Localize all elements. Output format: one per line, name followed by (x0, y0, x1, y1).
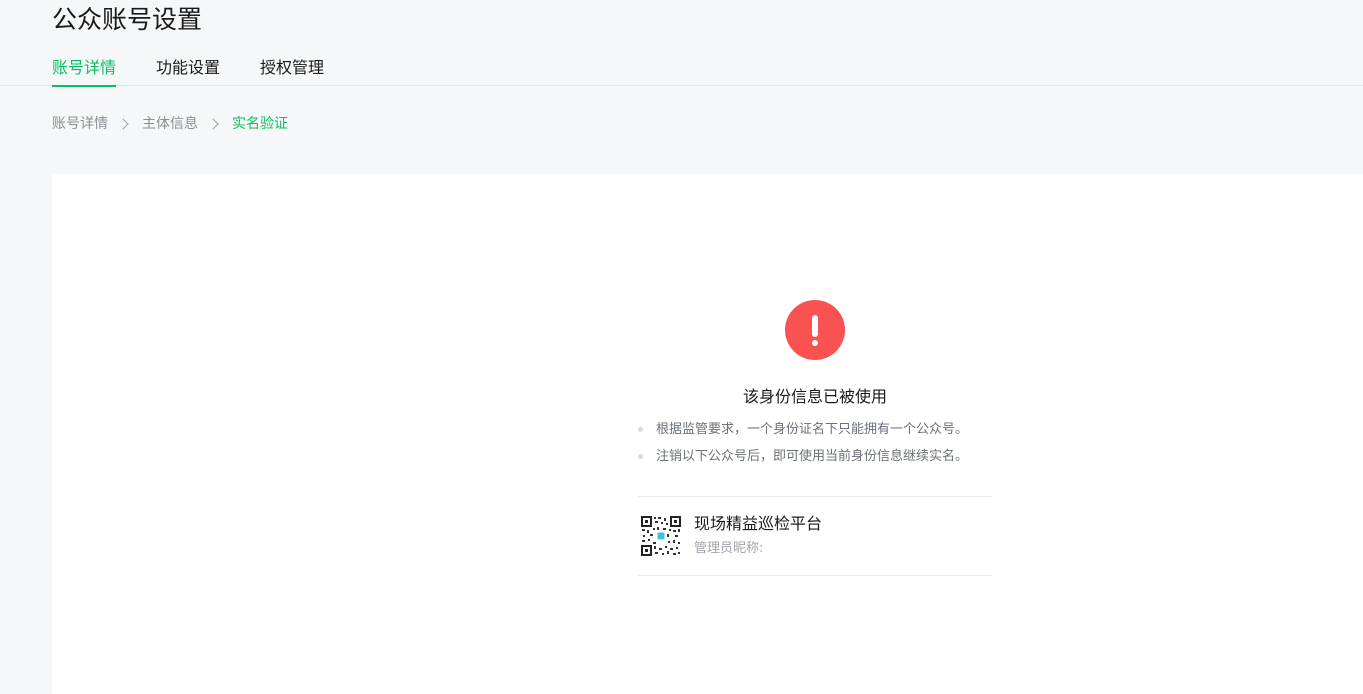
tips-list: 根据监管要求，一个身份证名下只能拥有一个公众号。 注销以下公众号后，即可使用当前… (638, 416, 1018, 470)
breadcrumb: 账号详情 主体信息 实名验证 (52, 114, 288, 134)
tab-feature-settings[interactable]: 功能设置 (156, 58, 220, 86)
qr-code-icon (640, 515, 682, 557)
breadcrumb-real-name-verification: 实名验证 (232, 116, 288, 132)
tab-account-details[interactable]: 账号详情 (52, 58, 117, 87)
tip-item: 根据监管要求，一个身份证名下只能拥有一个公众号。 (638, 416, 1018, 443)
tab-authorization-management[interactable]: 授权管理 (260, 58, 324, 86)
tip-item: 注销以下公众号后，即可使用当前身份信息继续实名。 (638, 443, 1018, 470)
tab-bar: 账号详情 功能设置 授权管理 (0, 50, 1363, 87)
account-name: 现场精益巡检平台 (694, 514, 823, 533)
admin-nickname-label: 管理员昵称: (694, 541, 764, 556)
breadcrumb-subject-info[interactable]: 主体信息 (142, 114, 198, 134)
exclamation-icon (785, 300, 845, 360)
account-row: 现场精益巡检平台 管理员昵称: (638, 496, 992, 576)
chevron-right-icon (206, 114, 224, 134)
content-card: 该身份信息已被使用 根据监管要求，一个身份证名下只能拥有一个公众号。 注销以下公… (52, 174, 1363, 694)
breadcrumb-account-details[interactable]: 账号详情 (52, 114, 108, 134)
chevron-right-icon (116, 114, 134, 134)
page-title: 公众账号设置 (52, 5, 203, 34)
result-title: 该身份信息已被使用 (742, 387, 887, 406)
